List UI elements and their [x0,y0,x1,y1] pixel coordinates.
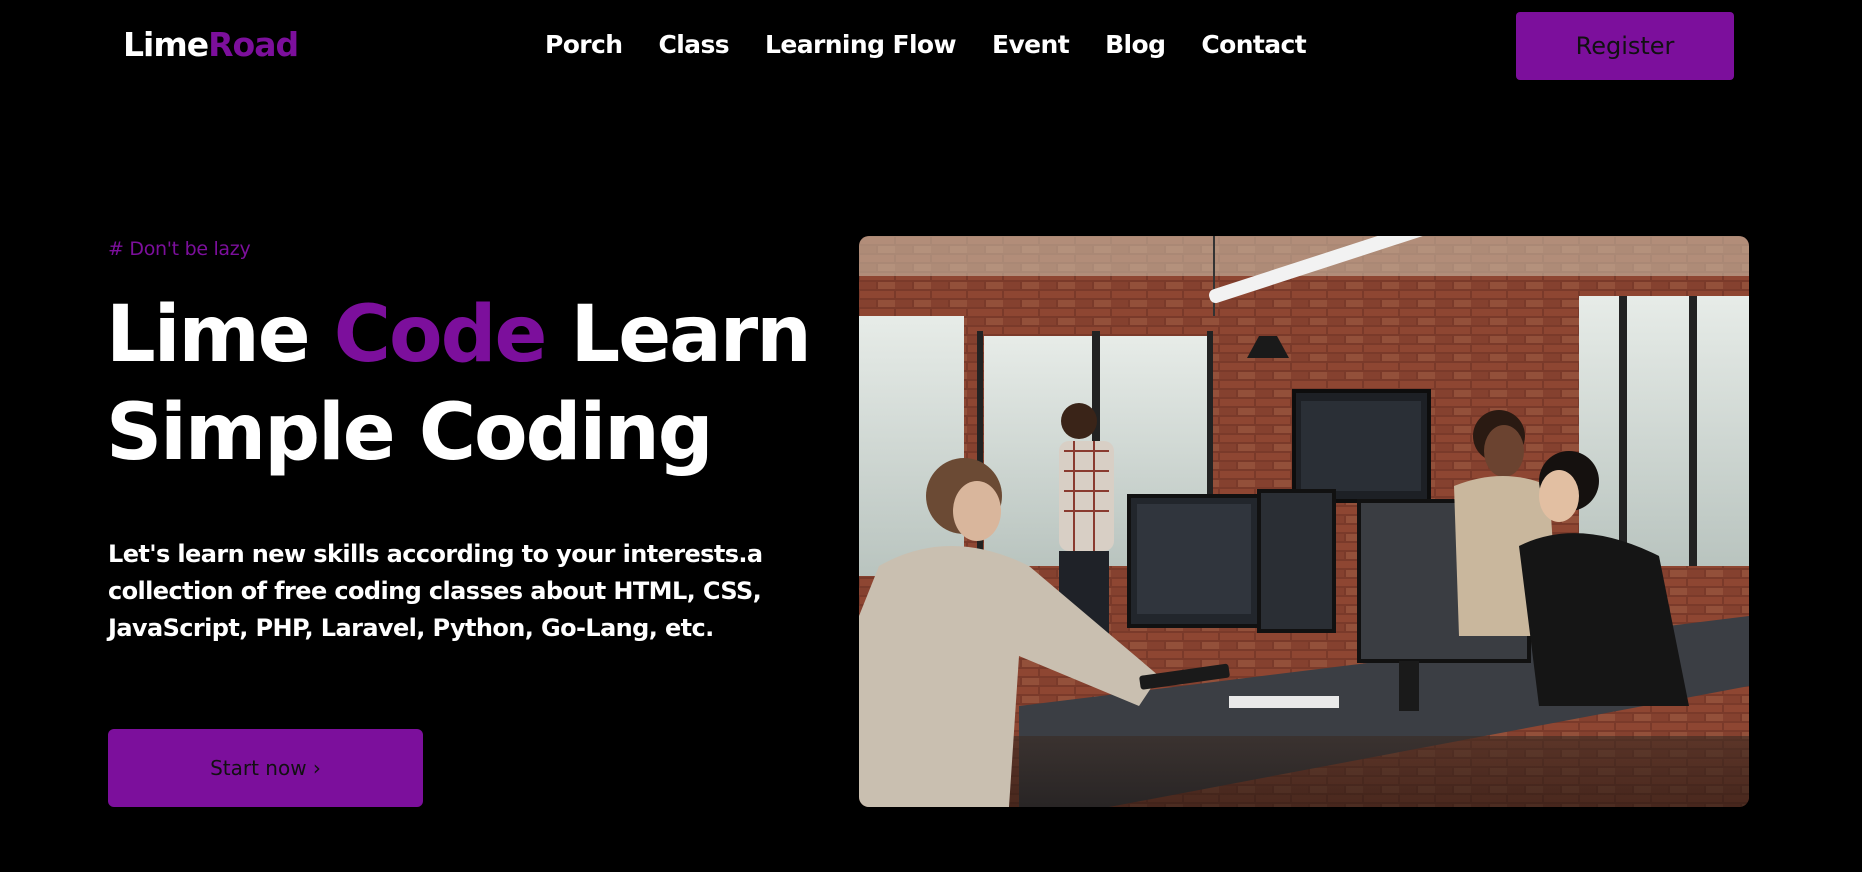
nav-item-porch[interactable]: Porch [545,28,623,62]
nav-item-event[interactable]: Event [992,28,1070,62]
nav-item-blog[interactable]: Blog [1105,28,1166,62]
nav-item-learning-flow[interactable]: Learning Flow [765,28,957,62]
start-now-button[interactable]: Start now › [108,729,423,807]
nav-item-class[interactable]: Class [658,28,729,62]
brand-logo-part2: Road [208,25,299,64]
headline-part1: Lime [106,290,334,380]
brand-logo[interactable]: LimeRoad [123,24,299,66]
hero-headline: Lime Code Learn Simple Coding [106,286,812,482]
brand-logo-part1: Lime [123,25,209,64]
nav-item-contact[interactable]: Contact [1201,28,1306,62]
headline-accent: Code [333,290,548,380]
hero-tagline: # Don't be lazy [108,238,251,260]
headline-line2: Simple Coding [106,388,714,478]
main-nav: Porch Class Learning Flow Event Blog Con… [545,28,1307,62]
window-right [1579,296,1749,566]
headline-part2: Learn [545,290,812,380]
hero-description: Let's learn new skills according to your… [108,540,763,642]
hero-image [859,236,1749,807]
register-button[interactable]: Register [1516,12,1734,80]
